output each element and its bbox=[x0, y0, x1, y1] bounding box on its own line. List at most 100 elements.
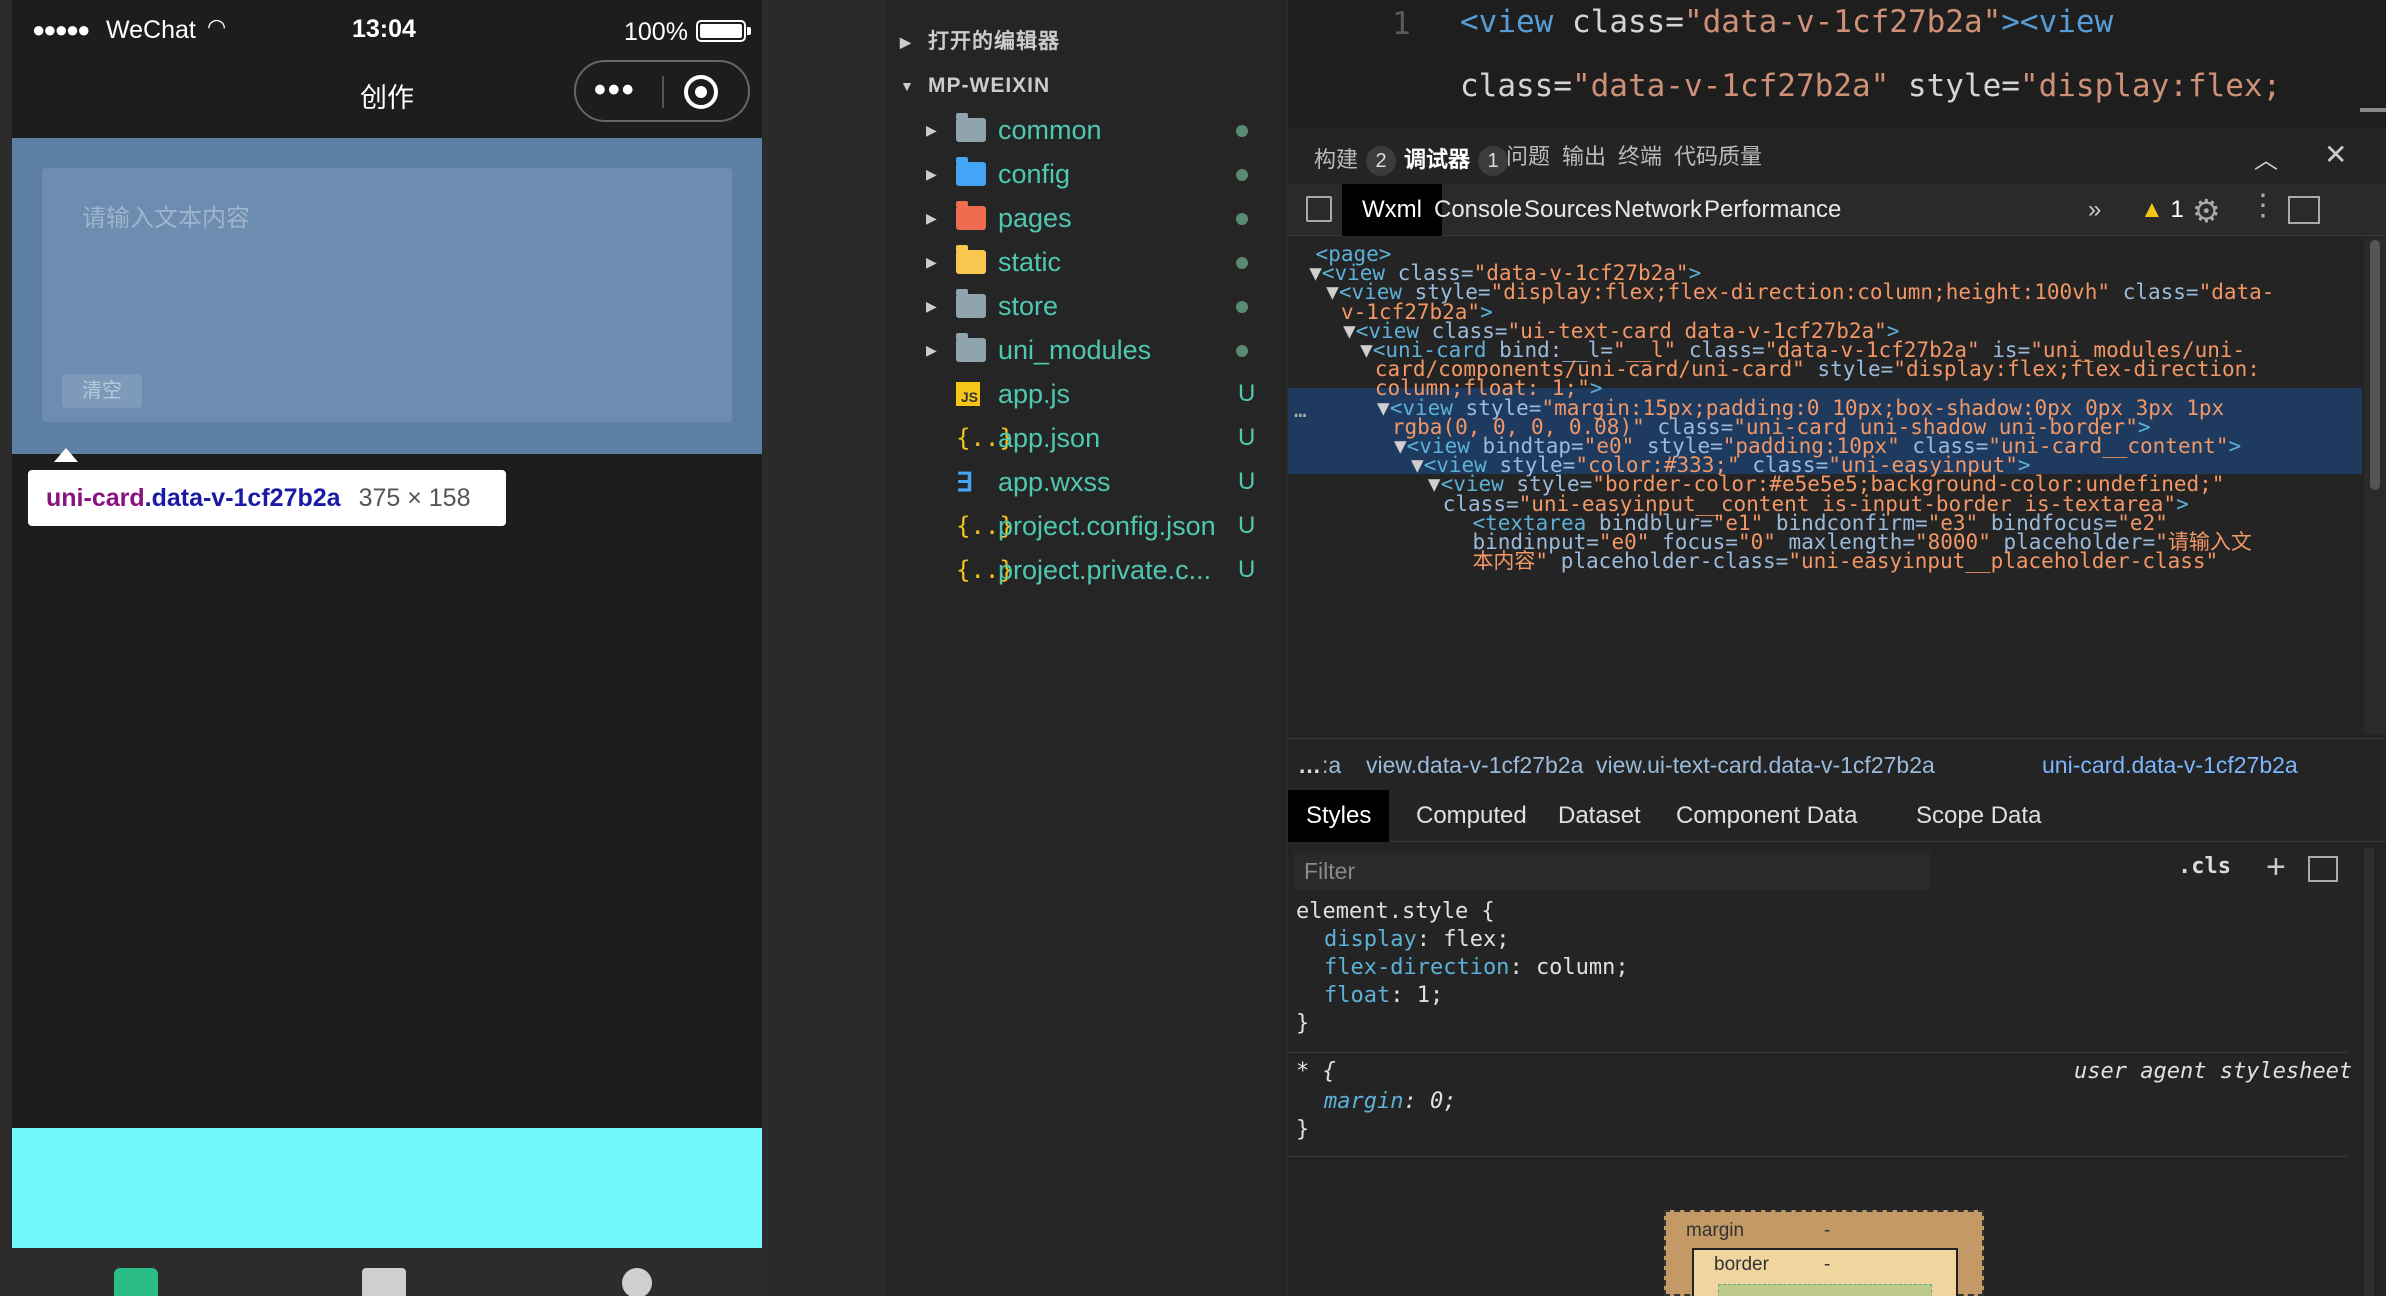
more-tabs-icon[interactable]: » bbox=[2088, 184, 2101, 236]
filter-input[interactable] bbox=[1294, 852, 1930, 890]
border-value[interactable]: - bbox=[1824, 1254, 1830, 1276]
tree-item-static[interactable]: ▶ static bbox=[886, 240, 1286, 284]
style-prop[interactable]: flex-direction bbox=[1324, 955, 1509, 980]
folder-config-icon bbox=[956, 157, 986, 186]
toggle-sidebar-icon[interactable] bbox=[2308, 856, 2338, 882]
breadcrumb-ellipsis[interactable]: … bbox=[1298, 739, 1321, 790]
tab-debugger[interactable]: 调试器 1 bbox=[1404, 142, 1509, 176]
style-prop[interactable]: float bbox=[1324, 983, 1390, 1008]
project-header[interactable]: ▼ MP-WEIXIN bbox=[886, 66, 1286, 106]
cyan-block bbox=[12, 1128, 762, 1248]
tab-code-quality[interactable]: 代码质量 bbox=[1674, 142, 1762, 172]
margin-value[interactable]: - bbox=[1824, 1220, 1830, 1242]
style-value[interactable]: 1; bbox=[1417, 983, 1444, 1008]
breadcrumb-item[interactable]: :a bbox=[1322, 739, 1341, 790]
open-editors-label: 打开的编辑器 bbox=[928, 30, 1060, 53]
tab-scope-data[interactable]: Scope Data bbox=[1898, 790, 2059, 842]
capsule-menu[interactable]: ••• bbox=[574, 60, 750, 122]
tab-create-icon[interactable] bbox=[114, 1268, 158, 1296]
tab-problems[interactable]: 问题 bbox=[1506, 142, 1550, 172]
tree-item-project-config[interactable]: {..} project.config.json U bbox=[886, 504, 1286, 548]
add-rule-button[interactable]: + bbox=[2266, 848, 2286, 887]
inspect-element-icon[interactable] bbox=[1306, 196, 1332, 222]
git-status: U bbox=[1238, 424, 1256, 451]
wxml-token: "display:flex;flex-direction:column;heig… bbox=[1490, 280, 2111, 305]
more-dots-icon[interactable]: ••• bbox=[594, 70, 636, 110]
tree-item-project-private[interactable]: {..} project.private.c... U bbox=[886, 548, 1286, 592]
cls-button[interactable]: .cls bbox=[2178, 854, 2231, 879]
style-rule[interactable]: float: 1; bbox=[1324, 982, 1443, 1011]
textarea-placeholder[interactable]: 请输入文本内容 bbox=[82, 198, 250, 233]
status-time: 13:04 bbox=[352, 15, 416, 43]
tree-item-config[interactable]: ▶ config bbox=[886, 152, 1286, 196]
open-editors-header[interactable]: ▶ 打开的编辑器 bbox=[886, 22, 1286, 62]
status-dot bbox=[1236, 125, 1248, 137]
editor-scrollbar[interactable] bbox=[2360, 108, 2386, 112]
wxml-token: class= bbox=[2110, 280, 2199, 305]
style-value[interactable]: column; bbox=[1536, 955, 1629, 980]
style-prop[interactable]: display bbox=[1324, 927, 1417, 952]
style-rule[interactable]: flex-direction: column; bbox=[1324, 954, 1629, 983]
tab-folder-icon[interactable] bbox=[362, 1268, 406, 1296]
chevron-up-icon[interactable]: ︿ bbox=[2254, 140, 2278, 175]
tab-output[interactable]: 输出 bbox=[1562, 142, 1606, 172]
warnings-counter[interactable]: ▲ 1 bbox=[2140, 184, 2184, 236]
inspect-tooltip: uni-card.data-v-1cf27b2a 375 × 158 bbox=[28, 470, 506, 526]
breadcrumb: … :a view.data-v-1cf27b2a view.ui-text-c… bbox=[1288, 738, 2386, 790]
breadcrumb-item[interactable]: view.data-v-1cf27b2a bbox=[1366, 739, 1583, 790]
gear-icon[interactable]: ⚙ bbox=[2192, 192, 2221, 230]
tab-computed[interactable]: Computed bbox=[1398, 790, 1545, 842]
clear-button[interactable]: 清空 bbox=[62, 374, 142, 408]
tab-terminal[interactable]: 终端 bbox=[1618, 142, 1662, 172]
code-line-1-wrap[interactable]: class="data-v-1cf27b2a" style="display:f… bbox=[1460, 68, 2281, 104]
expand-triangle-icon[interactable]: ▼ bbox=[1428, 472, 1441, 496]
code-line-1[interactable]: <view class="data-v-1cf27b2a"><view bbox=[1460, 4, 2113, 40]
dock-side-icon[interactable] bbox=[2288, 196, 2320, 224]
expand-triangle-icon[interactable]: ▼ bbox=[1309, 261, 1322, 285]
tooltip-size: 375 × 158 bbox=[358, 484, 471, 512]
tab-user-icon[interactable] bbox=[622, 1268, 652, 1296]
wxml-tree[interactable]: … <page> ▼<view class="data-v-1cf27b2a"> ▼… bbox=[1288, 238, 2362, 734]
element-style-selector: element.style { bbox=[1296, 899, 1495, 924]
breadcrumb-item-active[interactable]: uni-card.data-v-1cf27b2a bbox=[2042, 739, 2298, 790]
style-value[interactable]: flex; bbox=[1443, 927, 1509, 952]
wxml-scrollbar[interactable] bbox=[2364, 238, 2386, 734]
tree-item-common[interactable]: ▶ common bbox=[886, 108, 1286, 152]
code-token: class= bbox=[1460, 68, 1572, 104]
kebab-menu-icon[interactable]: ⋮ bbox=[2248, 188, 2278, 223]
tree-item-app-js[interactable]: JS app.js U bbox=[886, 372, 1286, 416]
close-icon[interactable]: ✕ bbox=[2324, 138, 2347, 171]
tab-performance[interactable]: Performance bbox=[1684, 184, 1861, 236]
git-status: U bbox=[1238, 380, 1256, 407]
tree-item-app-wxss[interactable]: ∃ app.wxss U bbox=[886, 460, 1286, 504]
expand-triangle-icon[interactable]: ▼ bbox=[1394, 434, 1407, 458]
padding-box bbox=[1718, 1284, 1932, 1296]
wxml-node-line[interactable]: 本内容" placeholder-class="uni-easyinput__p… bbox=[1472, 547, 2218, 576]
target-circle-icon[interactable] bbox=[684, 75, 718, 109]
status-dot bbox=[1236, 301, 1248, 313]
expand-triangle-icon[interactable]: ▼ bbox=[1377, 396, 1390, 420]
expand-triangle-icon[interactable]: ▼ bbox=[1411, 453, 1424, 477]
tab-build[interactable]: 构建 2 bbox=[1314, 142, 1397, 176]
expand-triangle-icon[interactable]: ▼ bbox=[1343, 319, 1356, 343]
tree-item-app-json[interactable]: {..} app.json U bbox=[886, 416, 1286, 460]
tree-item-uni-modules[interactable]: ▶ uni_modules bbox=[886, 328, 1286, 372]
expand-triangle-icon[interactable]: ▼ bbox=[1326, 280, 1339, 304]
styles-scrollbar[interactable] bbox=[2354, 848, 2386, 1296]
node-ellipsis[interactable]: … bbox=[1294, 396, 1307, 425]
expand-triangle-icon[interactable]: ▼ bbox=[1360, 338, 1373, 362]
breadcrumb-item[interactable]: view.ui-text-card.data-v-1cf27b2a bbox=[1596, 739, 1935, 790]
status-dot bbox=[1236, 169, 1248, 181]
textarea-box[interactable]: 请输入文本内容 清空 bbox=[42, 168, 732, 422]
ua-stylesheet-label: user agent stylesheet bbox=[2074, 1059, 2353, 1084]
bottom-panel-tabs: 构建 2 调试器 1 问题 输出 终端 代码质量 bbox=[1288, 130, 2386, 182]
tab-dataset[interactable]: Dataset bbox=[1540, 790, 1659, 842]
tab-badge: 1 bbox=[1478, 146, 1509, 176]
tab-styles[interactable]: Styles bbox=[1288, 790, 1390, 842]
tree-item-pages[interactable]: ▶ pages bbox=[886, 196, 1286, 240]
tab-badge: 2 bbox=[1366, 146, 1397, 176]
tree-item-store[interactable]: ▶ store bbox=[886, 284, 1286, 328]
tab-component-data[interactable]: Component Data bbox=[1658, 790, 1875, 842]
style-rule[interactable]: display: flex; bbox=[1324, 926, 1509, 955]
code-editor[interactable]: 1 <view class="data-v-1cf27b2a"><view cl… bbox=[1288, 0, 2386, 128]
